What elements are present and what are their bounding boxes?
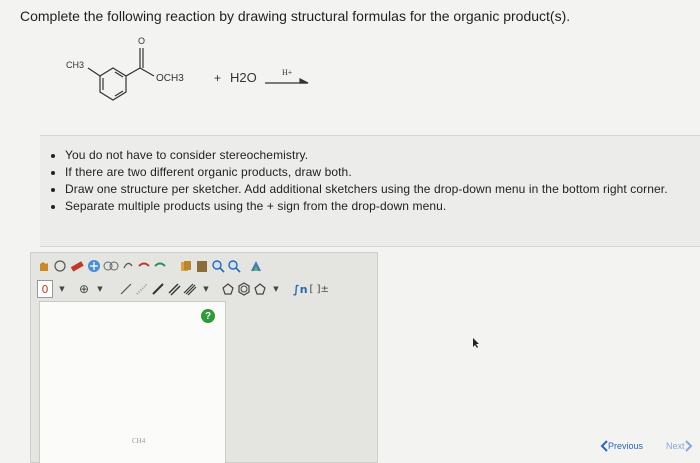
water-label: H2O: [230, 70, 257, 85]
bracket-icon[interactable]: [ ]±: [310, 281, 329, 297]
plus-charge-icon[interactable]: ⊕: [77, 281, 91, 297]
zoom-fit-icon[interactable]: [87, 258, 101, 274]
canvas-placeholder-label: CH4: [132, 437, 146, 445]
plus-sign: +: [214, 71, 221, 85]
chevron-down-icon[interactable]: ▼: [93, 281, 107, 297]
drawing-canvas[interactable]: CH4: [39, 301, 226, 463]
wedge-bond-icon[interactable]: [151, 281, 165, 297]
zoom-out-icon[interactable]: [227, 258, 241, 274]
chevron-left-icon: [600, 440, 608, 452]
next-button[interactable]: Next: [666, 437, 693, 455]
copy-icon[interactable]: [179, 258, 193, 274]
benzene-ring: [87, 48, 155, 101]
sketcher-toolbar-bottom: 0 ▼ ⊕ ▼ ▼ ▼ ∫n [ ]±: [31, 278, 377, 300]
chevron-down-icon[interactable]: ▼: [55, 281, 69, 297]
rotate-icon[interactable]: [121, 258, 135, 274]
catalyst-label: H+: [282, 68, 293, 77]
hand-icon[interactable]: [37, 258, 51, 274]
reaction-scheme: CH3 O OCH3 + H2O H+: [60, 32, 340, 112]
cyclopentane-icon[interactable]: [221, 281, 235, 297]
charge-selector[interactable]: 0: [37, 280, 53, 298]
next-label: Next: [666, 441, 685, 451]
instruction-item: If there are two different organic produ…: [65, 165, 700, 180]
single-bond-icon[interactable]: [119, 281, 133, 297]
ester-label: OCH3: [156, 73, 184, 84]
instruction-item: Separate multiple products using the + s…: [65, 199, 700, 214]
instruction-item: Draw one structure per sketcher. Add add…: [65, 182, 700, 197]
redo-icon[interactable]: [153, 258, 167, 274]
help-button[interactable]: ?: [201, 309, 215, 323]
lasso-icon[interactable]: [53, 258, 67, 274]
sketcher-toolbar-top: [31, 255, 377, 277]
double-bond-icon[interactable]: [167, 281, 181, 297]
chevron-down-icon[interactable]: ▼: [269, 281, 283, 297]
paste-icon[interactable]: [195, 258, 209, 274]
charge-value: 0: [41, 282, 49, 296]
carbonyl-oxygen: O: [138, 36, 145, 46]
instruction-item: You do not have to consider stereochemis…: [65, 148, 700, 163]
undo-icon[interactable]: [137, 258, 151, 274]
ring-template-icon[interactable]: [103, 258, 119, 274]
zoom-in-icon[interactable]: [211, 258, 225, 274]
hashed-bond-icon[interactable]: [135, 281, 149, 297]
previous-label: Previous: [608, 441, 644, 451]
template-function-icon[interactable]: ∫n: [293, 281, 308, 297]
eraser-icon[interactable]: [69, 258, 85, 274]
methyl-label: CH3: [66, 60, 84, 70]
clean-icon[interactable]: [249, 258, 263, 274]
question-text: Complete the following reaction by drawi…: [20, 8, 571, 24]
chevron-down-icon[interactable]: ▼: [199, 281, 213, 297]
instructions-list: You do not have to consider stereochemis…: [40, 148, 700, 214]
instructions-box: You do not have to consider stereochemis…: [40, 135, 700, 247]
previous-button[interactable]: Previous: [600, 437, 643, 455]
triple-bond-icon[interactable]: [183, 281, 197, 297]
structure-sketcher[interactable]: 0 ▼ ⊕ ▼ ▼ ▼ ∫n [ ]± CH4 ?: [30, 252, 378, 463]
cyclohexane-icon[interactable]: [253, 281, 267, 297]
chevron-right-icon: [684, 440, 692, 452]
mouse-cursor-icon: [472, 336, 482, 354]
reaction-arrow: [265, 78, 309, 84]
benzene-icon[interactable]: [237, 281, 251, 297]
